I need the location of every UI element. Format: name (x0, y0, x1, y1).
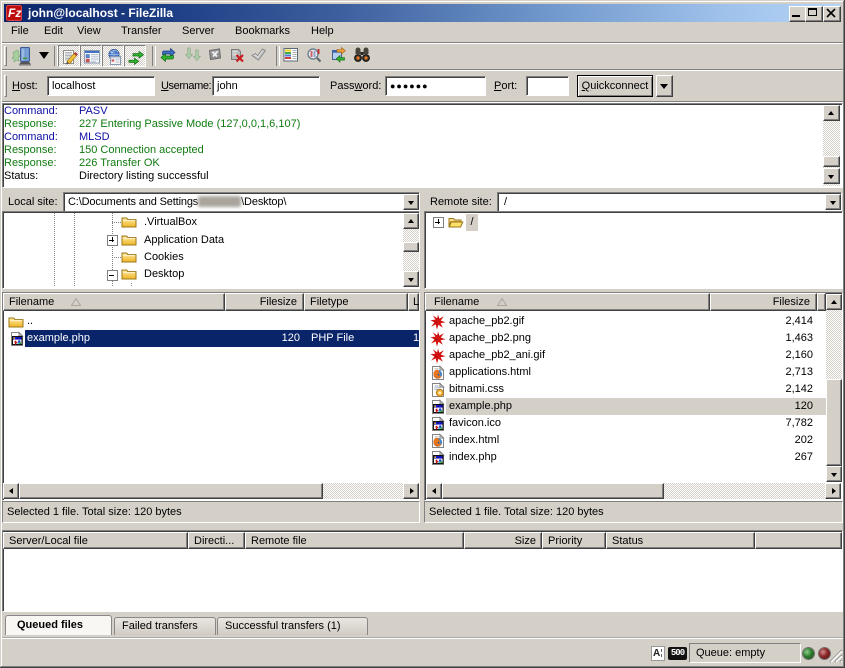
svg-text:Fz: Fz (8, 6, 21, 20)
